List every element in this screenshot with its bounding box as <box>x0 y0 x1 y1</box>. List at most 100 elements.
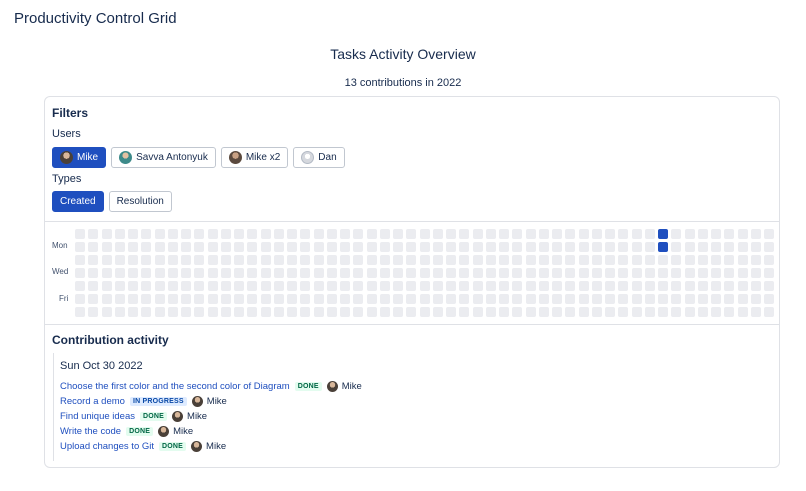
heatmap-cell[interactable] <box>419 294 430 304</box>
heatmap-cell[interactable] <box>181 268 191 278</box>
heatmap-cell[interactable] <box>379 229 390 239</box>
heatmap-cell[interactable] <box>326 281 337 291</box>
heatmap-cell[interactable] <box>432 268 443 278</box>
heatmap-cell[interactable] <box>684 294 695 304</box>
heatmap-cell[interactable] <box>750 242 761 252</box>
heatmap-cell[interactable] <box>353 307 364 317</box>
heatmap-cell[interactable] <box>644 268 655 278</box>
heatmap-cell[interactable] <box>432 307 443 317</box>
heatmap-cell[interactable] <box>764 229 774 239</box>
heatmap-cell[interactable] <box>459 294 470 304</box>
heatmap-cell[interactable] <box>273 307 284 317</box>
user-filter-dan[interactable]: Dan <box>293 147 345 168</box>
heatmap-cell[interactable] <box>618 255 629 265</box>
heatmap-cell[interactable] <box>618 281 629 291</box>
heatmap-cell[interactable] <box>406 229 417 239</box>
heatmap-cell[interactable] <box>141 294 152 304</box>
heatmap-cell[interactable] <box>273 268 284 278</box>
heatmap-cell[interactable] <box>485 268 496 278</box>
heatmap-cell[interactable] <box>181 281 191 291</box>
heatmap-cell[interactable] <box>737 255 748 265</box>
heatmap-cell[interactable] <box>75 281 85 291</box>
heatmap-cell[interactable] <box>247 268 258 278</box>
heatmap-cell[interactable] <box>512 307 523 317</box>
heatmap-cell[interactable] <box>326 242 337 252</box>
heatmap-cell[interactable] <box>207 281 218 291</box>
heatmap-cell[interactable] <box>154 229 165 239</box>
heatmap-cell[interactable] <box>472 294 483 304</box>
heatmap-cell[interactable] <box>406 281 417 291</box>
heatmap-cell[interactable] <box>671 229 682 239</box>
heatmap-cell[interactable] <box>499 255 509 265</box>
heatmap-cell[interactable] <box>658 255 668 265</box>
heatmap-cell[interactable] <box>591 242 602 252</box>
heatmap-cell[interactable] <box>393 255 403 265</box>
heatmap-cell[interactable] <box>565 294 576 304</box>
heatmap-cell[interactable] <box>353 255 364 265</box>
heatmap-cell[interactable] <box>684 307 695 317</box>
heatmap-cell[interactable] <box>446 307 456 317</box>
heatmap-cell[interactable] <box>671 281 682 291</box>
heatmap-cell[interactable] <box>154 294 165 304</box>
heatmap-cell[interactable] <box>88 268 99 278</box>
heatmap-cell[interactable] <box>419 268 430 278</box>
heatmap-cell[interactable] <box>128 307 138 317</box>
heatmap-cell[interactable] <box>101 255 112 265</box>
heatmap-cell[interactable] <box>114 294 125 304</box>
heatmap-cell[interactable] <box>287 307 297 317</box>
heatmap-cell[interactable] <box>658 242 668 252</box>
heatmap-cell[interactable] <box>684 255 695 265</box>
heatmap-cell[interactable] <box>578 229 589 239</box>
heatmap-cell[interactable] <box>101 268 112 278</box>
heatmap-cell[interactable] <box>525 255 536 265</box>
heatmap-cell[interactable] <box>512 242 523 252</box>
heatmap-cell[interactable] <box>207 268 218 278</box>
heatmap-cell[interactable] <box>141 268 152 278</box>
heatmap-cell[interactable] <box>565 281 576 291</box>
heatmap-cell[interactable] <box>631 242 642 252</box>
heatmap-cell[interactable] <box>366 229 377 239</box>
user-filter-mike-x2[interactable]: Mike x2 <box>220 147 289 168</box>
heatmap-cell[interactable] <box>618 229 629 239</box>
heatmap-cell[interactable] <box>737 268 748 278</box>
heatmap-cell[interactable] <box>419 281 430 291</box>
heatmap-cell[interactable] <box>207 307 218 317</box>
heatmap-cell[interactable] <box>287 294 297 304</box>
heatmap-cell[interactable] <box>167 255 178 265</box>
heatmap-cell[interactable] <box>75 294 85 304</box>
heatmap-cell[interactable] <box>313 242 324 252</box>
heatmap-cell[interactable] <box>591 268 602 278</box>
heatmap-cell[interactable] <box>459 229 470 239</box>
heatmap-cell[interactable] <box>406 294 417 304</box>
heatmap-cell[interactable] <box>154 242 165 252</box>
heatmap-cell[interactable] <box>194 307 205 317</box>
heatmap-cell[interactable] <box>366 242 377 252</box>
heatmap-cell[interactable] <box>671 268 682 278</box>
heatmap-cell[interactable] <box>75 255 85 265</box>
heatmap-cell[interactable] <box>181 307 191 317</box>
heatmap-cell[interactable] <box>631 294 642 304</box>
heatmap-cell[interactable] <box>578 294 589 304</box>
heatmap-cell[interactable] <box>499 229 509 239</box>
heatmap-cell[interactable] <box>485 281 496 291</box>
heatmap-cell[interactable] <box>684 242 695 252</box>
heatmap-cell[interactable] <box>459 268 470 278</box>
heatmap-cell[interactable] <box>552 294 562 304</box>
heatmap-cell[interactable] <box>499 242 509 252</box>
heatmap-cell[interactable] <box>194 268 205 278</box>
heatmap-cell[interactable] <box>605 268 615 278</box>
heatmap-cell[interactable] <box>181 294 191 304</box>
heatmap-cell[interactable] <box>141 307 152 317</box>
heatmap-cell[interactable] <box>340 294 350 304</box>
heatmap-cell[interactable] <box>207 242 218 252</box>
heatmap-cell[interactable] <box>446 242 456 252</box>
heatmap-cell[interactable] <box>194 281 205 291</box>
heatmap-cell[interactable] <box>499 281 509 291</box>
heatmap-cell[interactable] <box>234 281 244 291</box>
heatmap-cell[interactable] <box>340 307 350 317</box>
heatmap-cell[interactable] <box>379 255 390 265</box>
heatmap-cell[interactable] <box>711 242 721 252</box>
heatmap-cell[interactable] <box>644 307 655 317</box>
task-link[interactable]: Write the code <box>60 426 121 437</box>
heatmap-cell[interactable] <box>75 268 85 278</box>
